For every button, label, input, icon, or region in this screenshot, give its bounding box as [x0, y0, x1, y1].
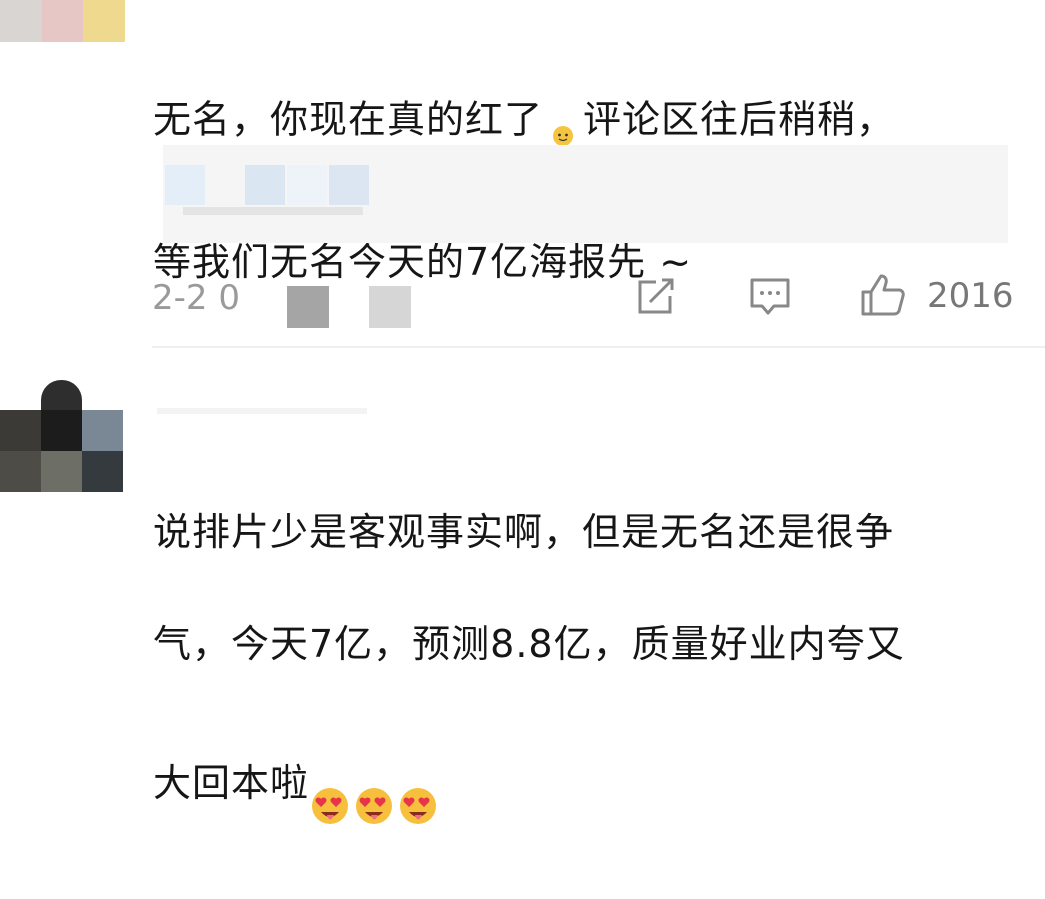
thumbs-up-icon[interactable] — [859, 272, 907, 322]
like-count: 2016 — [927, 276, 1014, 316]
comment-text: 说排片少是客观事实啊，但是无名还是很争 气，今天7亿，预测8.8亿，质量好业内夸… — [153, 448, 1023, 899]
blurred-mosaic — [165, 165, 205, 205]
quoted-reply-box[interactable] — [163, 145, 1008, 243]
blurred-mosaic — [287, 165, 327, 205]
comment-date: 2-2 0 — [152, 278, 240, 318]
blurred-mosaic — [287, 286, 329, 328]
comment-icon[interactable] — [748, 276, 792, 322]
avatar[interactable] — [0, 0, 126, 42]
blurred-mosaic — [245, 165, 285, 205]
blurred-mosaic — [183, 207, 363, 215]
comment-meta-row: 2-2 0 2016 — [152, 274, 1032, 328]
heart-eyes-emoji-icon — [309, 728, 441, 843]
divider — [152, 346, 1045, 348]
share-icon[interactable] — [634, 276, 678, 320]
avatar[interactable] — [0, 380, 124, 492]
blurred-username — [157, 400, 367, 420]
blurred-mosaic — [369, 286, 411, 328]
blurred-mosaic — [329, 165, 369, 205]
